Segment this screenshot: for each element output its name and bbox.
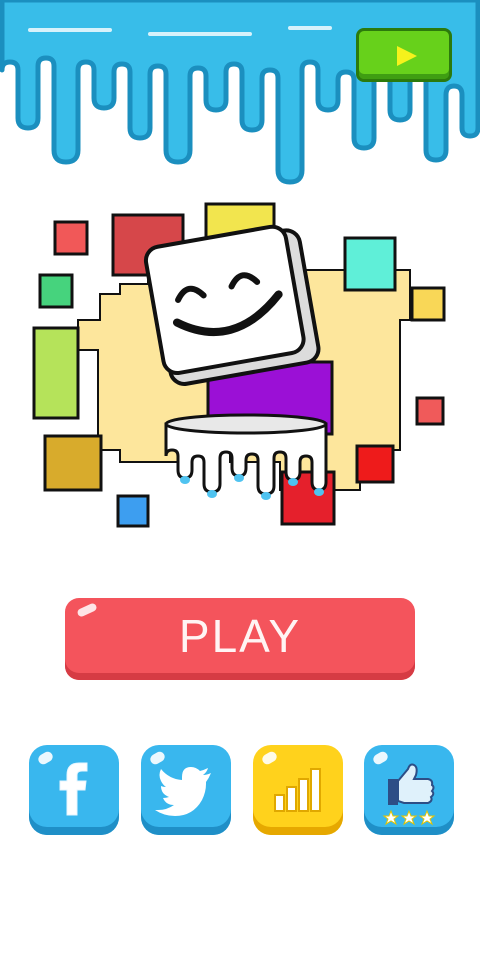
- play-button-label: PLAY: [178, 610, 302, 662]
- game-logo-artwork: [32, 202, 446, 528]
- twitter-bird-icon: [155, 767, 211, 816]
- bar-chart-icon: [274, 768, 321, 812]
- twitter-button[interactable]: [141, 745, 231, 835]
- video-button[interactable]: [356, 28, 452, 82]
- thumbs-up-stars-icon: [382, 763, 436, 826]
- play-button[interactable]: PLAY: [65, 598, 415, 680]
- facebook-button[interactable]: [29, 745, 119, 835]
- rate-button[interactable]: [364, 745, 454, 835]
- play-triangle-icon: [397, 46, 417, 66]
- leaderboard-button[interactable]: [253, 745, 343, 835]
- facebook-icon: [59, 762, 88, 816]
